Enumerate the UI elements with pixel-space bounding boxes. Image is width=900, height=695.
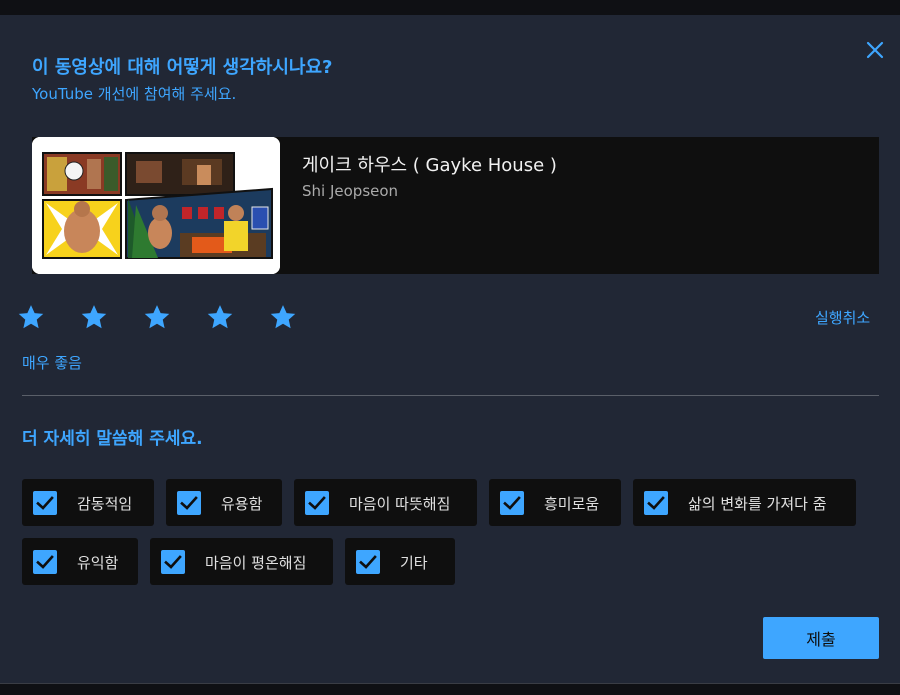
- close-button[interactable]: [862, 37, 888, 63]
- star-3-button[interactable]: [142, 302, 172, 332]
- option-label: 감동적임: [77, 495, 133, 513]
- star-icon: [18, 305, 44, 329]
- checkbox-checked-icon: [503, 496, 521, 510]
- checkbox[interactable]: [356, 550, 380, 574]
- close-icon: [866, 41, 884, 59]
- star-4-button[interactable]: [205, 302, 235, 332]
- option-label: 유용함: [221, 495, 263, 513]
- dialog-subtitle: YouTube 개선에 참여해 주세요.: [32, 85, 237, 103]
- video-channel: Shi Jeopseon: [302, 182, 399, 200]
- star-1-button[interactable]: [16, 302, 46, 332]
- option-chip[interactable]: 마음이 따뜻해짐: [294, 479, 477, 526]
- checkbox-checked-icon: [308, 496, 326, 510]
- checkbox-checked-icon: [164, 555, 182, 569]
- feedback-dialog: 이 동영상에 대해 어떻게 생각하시나요? YouTube 개선에 참여해 주세…: [0, 15, 900, 683]
- checkbox[interactable]: [305, 491, 329, 515]
- checkbox[interactable]: [500, 491, 524, 515]
- checkbox-checked-icon: [36, 496, 54, 510]
- dialog-title: 이 동영상에 대해 어떻게 생각하시나요?: [32, 57, 333, 78]
- bottom-bar: [0, 683, 900, 695]
- option-label: 마음이 평온해짐: [205, 554, 307, 572]
- option-chip[interactable]: 마음이 평온해짐: [150, 538, 333, 585]
- checkbox-checked-icon: [36, 555, 54, 569]
- checkbox[interactable]: [161, 550, 185, 574]
- submit-button[interactable]: 제출: [763, 617, 879, 659]
- video-thumbnail: [32, 137, 280, 274]
- rating-label: 매우 좋음: [22, 354, 82, 372]
- top-bar: [0, 0, 900, 15]
- star-icon: [81, 305, 107, 329]
- option-label: 기타: [400, 554, 428, 572]
- checkbox-checked-icon: [180, 496, 198, 510]
- option-chip[interactable]: 유익함: [22, 538, 138, 585]
- star-5-button[interactable]: [268, 302, 298, 332]
- option-chip[interactable]: 감동적임: [22, 479, 154, 526]
- checkbox[interactable]: [33, 491, 57, 515]
- checkbox[interactable]: [33, 550, 57, 574]
- option-chip[interactable]: 기타: [345, 538, 455, 585]
- details-title: 더 자세히 말씀해 주세요.: [22, 429, 203, 449]
- option-label: 유익함: [77, 554, 119, 572]
- star-icon: [207, 305, 233, 329]
- star-icon: [144, 305, 170, 329]
- star-icon: [270, 305, 296, 329]
- option-chip[interactable]: 삶의 변화를 가져다 줌: [633, 479, 856, 526]
- option-label: 흥미로움: [544, 495, 600, 513]
- option-chip[interactable]: 유용함: [166, 479, 282, 526]
- checkbox-checked-icon: [359, 555, 377, 569]
- checkbox-checked-icon: [647, 496, 665, 510]
- star-2-button[interactable]: [79, 302, 109, 332]
- option-chip[interactable]: 흥미로움: [489, 479, 621, 526]
- option-label: 마음이 따뜻해짐: [349, 495, 451, 513]
- video-card: 게이크 하우스 ( Gayke House ) Shi Jeopseon: [32, 137, 879, 274]
- divider: [22, 395, 879, 396]
- video-title: 게이크 하우스 ( Gayke House ): [302, 155, 557, 176]
- option-label: 삶의 변화를 가져다 줌: [688, 495, 827, 513]
- undo-button[interactable]: 실행취소: [815, 307, 870, 328]
- checkbox[interactable]: [644, 491, 668, 515]
- checkbox[interactable]: [177, 491, 201, 515]
